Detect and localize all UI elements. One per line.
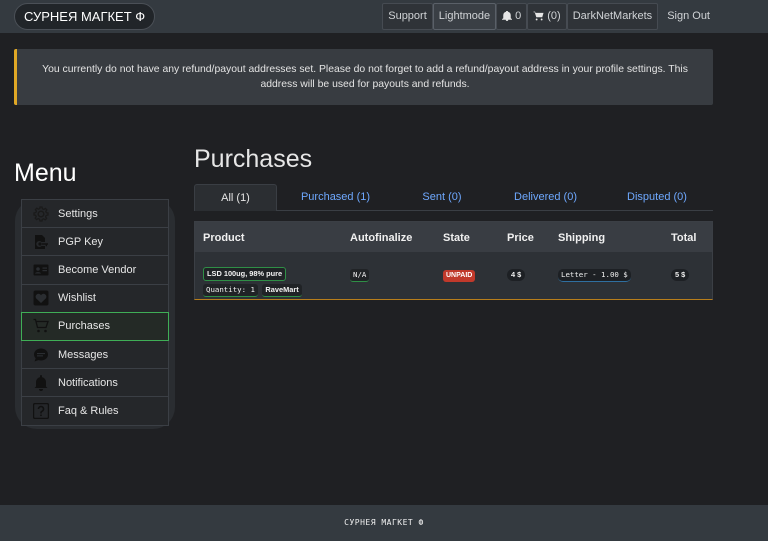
sidebar-item-label: Notifications (58, 376, 118, 389)
tab-disputed[interactable]: Disputed (0) (601, 184, 713, 211)
total-badge: 5 $ (671, 269, 690, 281)
sidebar-item-label: Settings (58, 207, 98, 220)
tab-delivered[interactable]: Delivered (0) (490, 184, 601, 211)
heart-icon (32, 290, 50, 306)
quantity-badge: Quantity: 1 (203, 284, 258, 297)
sidebar-menu: Settings PGP Key Become Vendor Wishlist … (21, 199, 169, 426)
sidebar-item-settings[interactable]: Settings (21, 199, 169, 229)
column-header-product: Product (203, 232, 245, 244)
price-cell: 4 $ (507, 264, 526, 282)
column-header-autofinalize: Autofinalize (350, 232, 413, 244)
purchase-tabs: All (1) Purchased (1) Sent (0) Delivered… (194, 184, 713, 211)
notifications-button[interactable]: 0 (496, 2, 528, 30)
bell-icon (502, 11, 513, 21)
top-navbar: СУРНЕЯ МАГКЕТ Ф Support Lightmode 0 (0) … (0, 0, 768, 33)
signout-link[interactable]: Sign Out (661, 3, 716, 30)
cart-icon (32, 318, 50, 334)
status-badge: UNPAID (443, 270, 476, 282)
page-title: Purchases (194, 145, 313, 173)
price-badge: 4 $ (507, 269, 526, 281)
tab-sent[interactable]: Sent (0) (394, 184, 490, 211)
table-header: Product Autofinalize State Price Shippin… (195, 222, 712, 252)
cart-count: (0) (547, 9, 561, 22)
footer-brand: СУРНЕЯ МАГКЕТ Ф (344, 518, 424, 527)
cart-button[interactable]: (0) (527, 2, 567, 30)
cart-icon (533, 11, 544, 21)
state-cell: UNPAID (443, 264, 476, 282)
question-icon (32, 402, 50, 419)
footer: СУРНЕЯ МАГКЕТ Ф (0, 505, 768, 541)
column-header-total: Total (671, 232, 697, 244)
alert-message: You currently do not have any refund/pay… (42, 64, 688, 90)
shipping-cell: Letter - 1.00 $ (558, 264, 631, 282)
bell-icon (32, 374, 50, 391)
menu-title: Menu (14, 159, 77, 187)
notifications-count: 0 (515, 9, 522, 22)
column-header-price: Price (507, 232, 534, 244)
column-header-state: State (443, 232, 470, 244)
sidebar-item-label: Messages (58, 348, 109, 361)
sidebar-item-pgp-key[interactable]: PGP Key (21, 227, 169, 257)
sidebar-item-messages[interactable]: Messages (21, 339, 169, 370)
autofinalize-cell: N/A (350, 264, 370, 282)
brand-logo[interactable]: СУРНЕЯ МАГКЕТ Ф (14, 3, 156, 30)
darknetmarkets-link[interactable]: DarkNetMarkets (566, 2, 659, 30)
key-document-icon (32, 234, 50, 250)
vendor-link[interactable]: RaveMart (262, 284, 302, 297)
chat-icon (32, 347, 50, 363)
total-cell: 5 $ (671, 264, 690, 282)
shipping-badge: Letter - 1.00 $ (558, 269, 631, 282)
sidebar-item-label: Wishlist (58, 292, 96, 305)
tab-all[interactable]: All (1) (194, 184, 277, 211)
sidebar-item-become-vendor[interactable]: Become Vendor (21, 255, 169, 285)
purchases-table: Product Autofinalize State Price Shippin… (194, 221, 713, 300)
sidebar-item-label: PGP Key (58, 235, 104, 248)
sidebar-item-faq-rules[interactable]: Faq & Rules (21, 396, 169, 426)
gear-icon (32, 205, 50, 222)
sidebar-item-label: Purchases (58, 320, 110, 333)
id-card-icon (32, 262, 50, 278)
sidebar-item-label: Faq & Rules (58, 404, 119, 417)
sidebar-item-wishlist[interactable]: Wishlist (21, 283, 169, 313)
tab-purchased[interactable]: Purchased (1) (277, 184, 394, 211)
sidebar-item-purchases[interactable]: Purchases (21, 311, 169, 341)
product-meta: Quantity: 1 RaveMart (203, 279, 302, 297)
autofinalize-badge: N/A (350, 269, 370, 282)
support-link[interactable]: Support (382, 2, 433, 30)
lightmode-button[interactable]: Lightmode (432, 2, 497, 30)
column-header-shipping: Shipping (558, 232, 606, 244)
sidebar-item-label: Become Vendor (58, 263, 137, 276)
refund-address-alert: You currently do not have any refund/pay… (14, 49, 713, 105)
sidebar-item-notifications[interactable]: Notifications (21, 368, 169, 398)
navbar-items: Support Lightmode 0 (0) DarkNetMarkets S… (382, 2, 716, 30)
